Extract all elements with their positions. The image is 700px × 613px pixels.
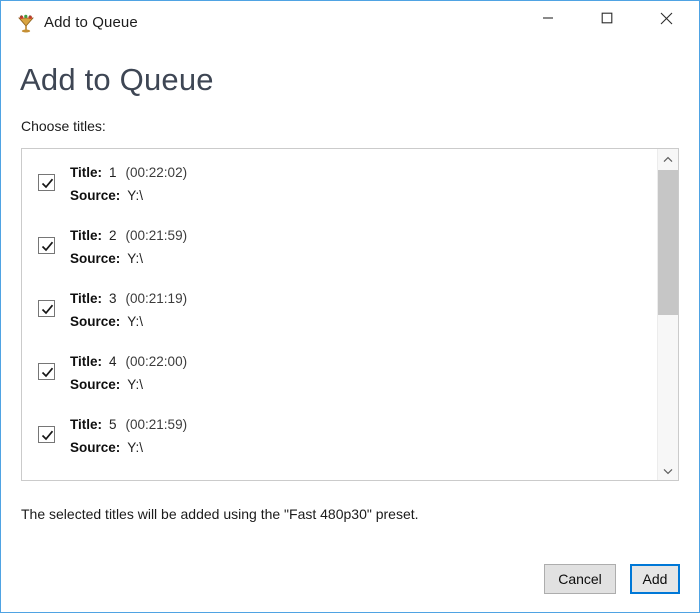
title-duration: (00:21:59) xyxy=(125,417,188,432)
source-value: Y:\ xyxy=(127,188,144,203)
title-line: Title: 2 (00:21:59) xyxy=(70,224,187,247)
title-duration: (00:22:00) xyxy=(125,354,188,369)
title-line: Title: 3 (00:21:19) xyxy=(70,287,187,310)
title-number: 3 xyxy=(109,291,117,306)
title-label: Title: xyxy=(70,165,103,180)
close-icon xyxy=(660,12,673,25)
list-item-text: Title: 1 (00:22:02) Source: Y:\ xyxy=(70,161,187,207)
title-number: 5 xyxy=(109,417,117,432)
list-item-text: Title: 4 (00:22:00) Source: Y:\ xyxy=(70,350,187,396)
handbrake-cocktail-icon xyxy=(16,14,36,34)
source-value: Y:\ xyxy=(127,377,144,392)
scroll-down-button[interactable] xyxy=(658,461,678,480)
checkmark-icon xyxy=(41,430,54,441)
title-number: 4 xyxy=(109,354,117,369)
window-title: Add to Queue xyxy=(44,14,138,31)
source-line: Source: Y:\ xyxy=(70,436,187,459)
cancel-button[interactable]: Cancel xyxy=(544,564,616,594)
close-button[interactable] xyxy=(643,2,689,34)
list-item-text: Title: 5 (00:21:59) Source: Y:\ xyxy=(70,413,187,459)
choose-titles-label: Choose titles: xyxy=(21,118,106,134)
title-label: Title: xyxy=(70,291,103,306)
title-duration: (00:22:02) xyxy=(125,165,188,180)
source-label: Source: xyxy=(70,314,121,329)
maximize-button[interactable] xyxy=(584,2,630,34)
title-line: Title: 4 (00:22:00) xyxy=(70,350,187,373)
minimize-button[interactable] xyxy=(525,2,571,34)
checkmark-icon xyxy=(41,241,54,252)
list-item[interactable]: Title: 5 (00:21:59) Source: Y:\ xyxy=(22,411,658,474)
list-item[interactable]: Title: 4 (00:22:00) Source: Y:\ xyxy=(22,348,658,411)
source-line: Source: Y:\ xyxy=(70,247,187,270)
title-label: Title: xyxy=(70,417,103,432)
title-checkbox[interactable] xyxy=(38,363,55,380)
source-label: Source: xyxy=(70,440,121,455)
title-line: Title: 1 (00:22:02) xyxy=(70,161,187,184)
title-checkbox[interactable] xyxy=(38,300,55,317)
title-label: Title: xyxy=(70,354,103,369)
checkmark-icon xyxy=(41,178,54,189)
chevron-down-icon xyxy=(663,462,673,480)
title-line: Title: 5 (00:21:59) xyxy=(70,413,187,436)
preset-note: The selected titles will be added using … xyxy=(21,506,419,522)
title-bar: Add to Queue xyxy=(1,0,699,47)
list-item-text: Title: 2 (00:21:59) Source: Y:\ xyxy=(70,224,187,270)
maximize-icon xyxy=(601,12,613,24)
page-title: Add to Queue xyxy=(20,62,214,97)
list-item[interactable]: Title: 1 (00:22:02) Source: Y:\ xyxy=(22,159,658,222)
title-checkbox[interactable] xyxy=(38,174,55,191)
list-item-text: Title: 3 (00:21:19) Source: Y:\ xyxy=(70,287,187,333)
title-checkbox[interactable] xyxy=(38,426,55,443)
title-number: 1 xyxy=(109,165,117,180)
checkmark-icon xyxy=(41,304,54,315)
source-label: Source: xyxy=(70,188,121,203)
title-label: Title: xyxy=(70,228,103,243)
title-checkbox[interactable] xyxy=(38,237,55,254)
scroll-up-button[interactable] xyxy=(658,149,678,168)
source-label: Source: xyxy=(70,377,121,392)
minimize-icon xyxy=(542,12,554,24)
add-to-queue-dialog: Add to Queue Add to Queue Choose titles:… xyxy=(0,0,700,613)
source-line: Source: Y:\ xyxy=(70,310,187,333)
title-duration: (00:21:59) xyxy=(125,228,188,243)
source-value: Y:\ xyxy=(127,251,144,266)
checkmark-icon xyxy=(41,367,54,378)
list-item[interactable]: Title: 3 (00:21:19) Source: Y:\ xyxy=(22,285,658,348)
chevron-up-icon xyxy=(663,150,673,168)
source-value: Y:\ xyxy=(127,440,144,455)
source-value: Y:\ xyxy=(127,314,144,329)
title-duration: (00:21:19) xyxy=(125,291,188,306)
titles-list: Title: 1 (00:22:02) Source: Y:\ Title: 2 (00:… xyxy=(22,149,658,480)
source-label: Source: xyxy=(70,251,121,266)
add-button[interactable]: Add xyxy=(630,564,680,594)
list-scrollbar[interactable] xyxy=(657,149,678,480)
scrollbar-thumb[interactable] xyxy=(658,170,678,315)
source-line: Source: Y:\ xyxy=(70,373,187,396)
title-number: 2 xyxy=(109,228,117,243)
list-item[interactable]: Title: 2 (00:21:59) Source: Y:\ xyxy=(22,222,658,285)
source-line: Source: Y:\ xyxy=(70,184,187,207)
titles-listbox: Title: 1 (00:22:02) Source: Y:\ Title: 2 (00:… xyxy=(21,148,679,481)
